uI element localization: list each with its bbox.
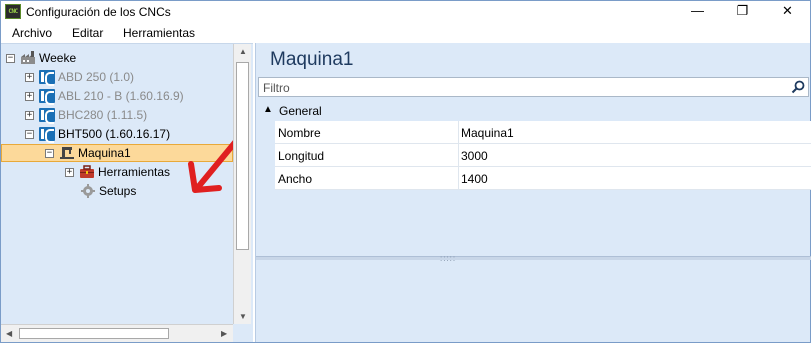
tree-label: ABL 210 - B (1.60.16.9) — [58, 89, 184, 103]
tree-node-bhc280[interactable]: + BHC280 (1.11.5) — [25, 106, 147, 124]
splitter-grip-icon[interactable]: ::::: — [440, 254, 456, 263]
gear-icon — [80, 184, 96, 198]
column-divider — [458, 144, 459, 167]
menu-bar: Archivo Editar Herramientas — [1, 23, 810, 43]
tree-label: ABD 250 (1.0) — [58, 70, 135, 84]
tree-node-bht500[interactable]: − BHT500 (1.60.16.17) — [25, 125, 170, 143]
tree-node-abl210[interactable]: + ABL 210 - B (1.60.16.9) — [25, 87, 184, 105]
factory-icon — [20, 51, 36, 65]
machine-icon — [39, 89, 55, 105]
scroll-down-icon[interactable]: ▼ — [239, 312, 247, 321]
tree-node-abd250[interactable]: + ABD 250 (1.0) — [25, 68, 134, 86]
property-name: Longitud — [278, 149, 325, 163]
menu-editar[interactable]: Editar — [72, 26, 103, 40]
scroll-left-icon[interactable]: ◀ — [6, 329, 12, 338]
main-window: CNC Configuración de los CNCs — ❐ ✕ Arch… — [0, 0, 811, 343]
collapse-icon[interactable]: − — [6, 53, 15, 63]
column-divider — [458, 121, 459, 144]
machine-icon — [39, 127, 55, 143]
machine-tool-icon — [59, 146, 75, 160]
tree-label: Herramientas — [98, 165, 171, 179]
collapse-icon[interactable]: − — [45, 148, 54, 158]
tree-node-maquina1[interactable]: − Maquina1 — [45, 144, 131, 162]
property-row[interactable]: Ancho 1400 — [275, 167, 811, 190]
collapse-icon[interactable]: − — [25, 129, 34, 139]
expand-icon[interactable]: + — [25, 72, 34, 82]
column-divider — [458, 167, 459, 190]
property-value[interactable]: Maquina1 — [461, 126, 514, 140]
horizontal-scroll-thumb[interactable] — [19, 328, 169, 339]
close-button[interactable]: ✕ — [765, 1, 810, 23]
tree-node-setups[interactable]: Setups — [80, 182, 136, 200]
menu-herramientas[interactable]: Herramientas — [123, 26, 195, 40]
tree-label: BHC280 (1.11.5) — [58, 108, 148, 122]
expand-icon[interactable]: + — [25, 110, 34, 120]
details-title: Maquina1 — [270, 49, 354, 70]
window-title: Configuración de los CNCs — [26, 5, 171, 19]
tree-node-herramientas[interactable]: + Herramientas — [65, 163, 170, 181]
property-value[interactable]: 3000 — [461, 149, 488, 163]
expand-icon[interactable]: + — [25, 91, 34, 101]
tree-label: BHT500 (1.60.16.17) — [58, 127, 171, 141]
details-pane: Maquina1 Filtro ▲ General Nombre Maquina… — [255, 43, 811, 342]
group-label: General — [279, 104, 322, 118]
title-bar[interactable]: CNC Configuración de los CNCs — ❐ ✕ — [1, 1, 810, 23]
search-icon[interactable] — [791, 80, 805, 94]
property-name: Ancho — [278, 172, 313, 186]
filter-placeholder: Filtro — [263, 81, 290, 95]
minimize-button[interactable]: — — [675, 1, 720, 23]
cnc-app-icon: CNC — [5, 4, 21, 19]
property-row[interactable]: Nombre Maquina1 — [275, 121, 811, 144]
toolbox-icon — [79, 165, 95, 179]
tree-pane: − Weeke + ABD 250 (1.0) + ABL 210 - B (1… — [1, 43, 253, 342]
machine-icon — [39, 108, 55, 124]
horizontal-splitter[interactable]: ::::: — [256, 254, 811, 263]
machine-icon — [39, 70, 55, 86]
menu-archivo[interactable]: Archivo — [12, 26, 52, 40]
tree-horizontal-scrollbar[interactable]: ◀ ▶ — [1, 324, 233, 342]
property-group-general[interactable]: ▲ General — [258, 101, 809, 121]
property-row[interactable]: Longitud 3000 — [275, 144, 811, 167]
collapse-arrow-icon[interactable]: ▲ — [263, 104, 273, 115]
maximize-button[interactable]: ❐ — [720, 1, 765, 23]
scroll-up-icon[interactable]: ▲ — [239, 47, 247, 56]
expand-icon[interactable]: + — [65, 167, 74, 177]
tree-label: Weeke — [39, 51, 77, 65]
tree-vertical-scrollbar[interactable]: ▲ ▼ — [233, 44, 251, 324]
property-value[interactable]: 1400 — [461, 172, 488, 186]
vertical-scroll-thumb[interactable] — [236, 62, 249, 250]
scroll-right-icon[interactable]: ▶ — [221, 329, 227, 338]
tree-label: Maquina1 — [78, 146, 131, 160]
tree-node-weeke[interactable]: − Weeke — [6, 49, 76, 67]
filter-input[interactable]: Filtro — [258, 77, 809, 97]
tree-label: Setups — [99, 184, 137, 198]
property-name: Nombre — [278, 126, 321, 140]
